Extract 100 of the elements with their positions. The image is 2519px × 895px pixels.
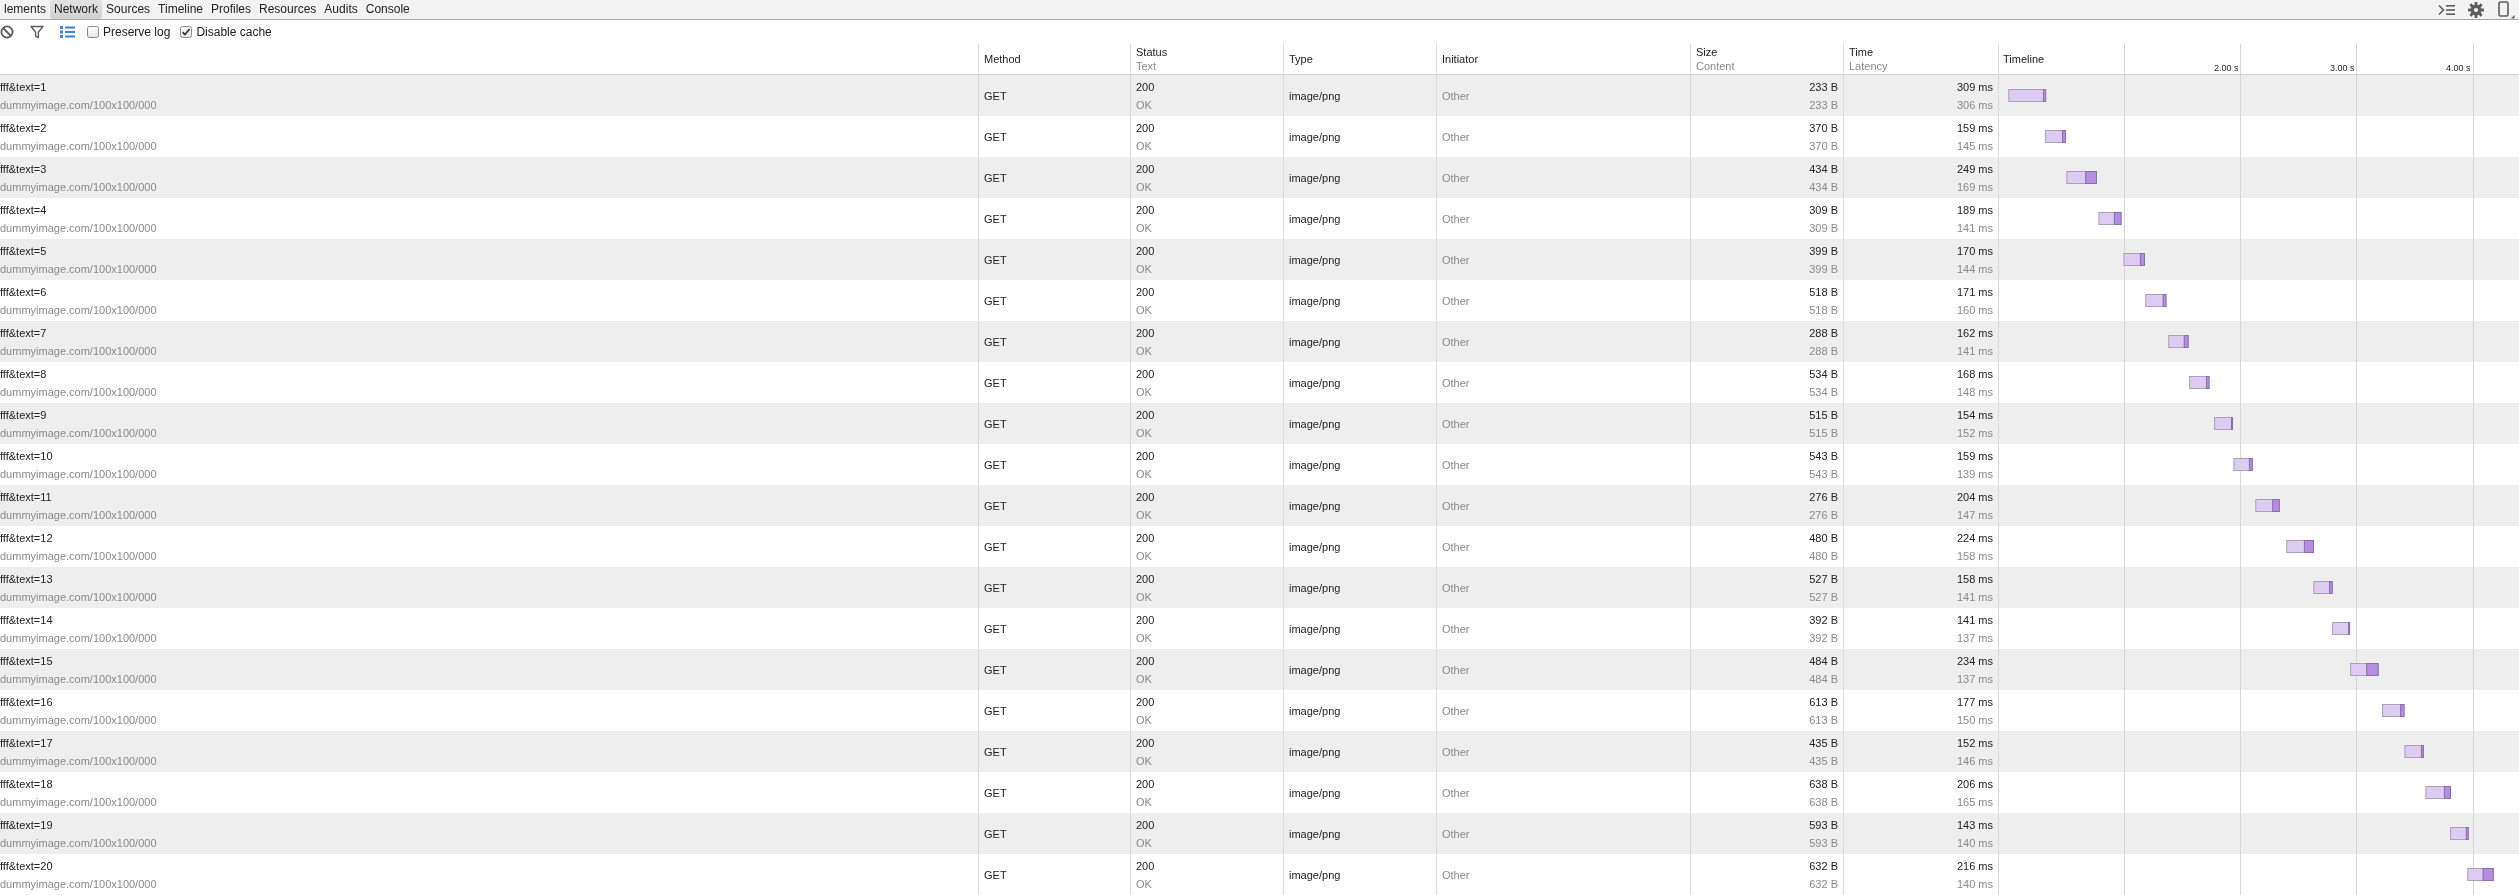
content-size: 392 B xyxy=(1809,630,1838,646)
time-text: 309 ms xyxy=(1956,79,1993,95)
mime-type: image/png xyxy=(1289,170,1341,186)
settings-icon[interactable] xyxy=(2468,1,2484,18)
latency-text: 139 ms xyxy=(1956,466,1993,482)
column-header[interactable]: Timeline xyxy=(2003,52,2045,66)
status-code: 200 xyxy=(1136,653,1155,669)
waiting-bar xyxy=(2382,704,2402,717)
initiator-text: Other xyxy=(1442,252,1470,268)
time-text: 162 ms xyxy=(1956,325,1993,341)
method-text: GET xyxy=(984,334,1007,350)
latency-text: 137 ms xyxy=(1956,671,1993,687)
size-text: 638 B xyxy=(1809,776,1838,792)
column-header[interactable]: Type xyxy=(1289,52,1313,66)
tab[interactable]: Profiles xyxy=(207,0,255,19)
method-text: GET xyxy=(984,293,1007,309)
checkbox[interactable] xyxy=(87,26,99,38)
time-text: 177 ms xyxy=(1956,694,1993,710)
time-text: 143 ms xyxy=(1956,817,1993,833)
initiator-text: Other xyxy=(1442,580,1470,596)
status-text: OK xyxy=(1136,343,1152,359)
file-path: dummyimage.com/100x100/000 xyxy=(0,220,157,236)
size-text: 288 B xyxy=(1809,325,1838,341)
download-bar xyxy=(2183,335,2189,348)
time-text: 152 ms xyxy=(1956,735,1993,751)
time-text: 154 ms xyxy=(1956,407,1993,423)
latency-text: 141 ms xyxy=(1956,343,1993,359)
tick-label: 3.00 s xyxy=(2329,63,2355,73)
tab[interactable]: Resources xyxy=(255,0,321,19)
status-text: OK xyxy=(1136,97,1152,113)
console-icon[interactable] xyxy=(2438,3,2455,16)
waiting-bar xyxy=(2350,663,2368,676)
file-path: dummyimage.com/100x100/000 xyxy=(0,302,157,318)
size-text: 435 B xyxy=(1809,735,1838,751)
checkbox-label[interactable]: Disable cache xyxy=(196,25,272,39)
mime-type: image/png xyxy=(1289,703,1341,719)
content-size: 434 B xyxy=(1809,179,1838,195)
tab[interactable]: Timeline xyxy=(154,0,207,19)
content-size: 288 B xyxy=(1809,343,1838,359)
content-size: 527 B xyxy=(1809,589,1838,605)
tab[interactable]: Network xyxy=(50,0,103,19)
tab[interactable]: Sources xyxy=(102,0,155,19)
initiator-text: Other xyxy=(1442,293,1470,309)
tab[interactable]: lements xyxy=(0,0,51,19)
file-path: dummyimage.com/100x100/000 xyxy=(0,179,157,195)
mime-type: image/png xyxy=(1289,252,1341,268)
status-code: 200 xyxy=(1136,694,1155,710)
size-text: 233 B xyxy=(1809,79,1838,95)
status-code: 200 xyxy=(1136,530,1155,546)
status-code: 200 xyxy=(1136,448,1155,464)
waiting-bar xyxy=(2404,745,2422,758)
content-size: 233 B xyxy=(1809,97,1838,113)
waiting-bar xyxy=(2313,581,2331,594)
waiting-bar xyxy=(2066,171,2087,184)
waiting-bar xyxy=(2255,499,2274,512)
latency-text: 141 ms xyxy=(1956,220,1993,236)
block-icon[interactable] xyxy=(0,25,14,39)
download-bar xyxy=(2248,458,2253,471)
filter-icon[interactable] xyxy=(30,25,44,39)
tab[interactable]: Audits xyxy=(320,0,362,19)
latency-text: 306 ms xyxy=(1956,97,1993,113)
column-header[interactable]: Method xyxy=(984,52,1021,66)
initiator-text: Other xyxy=(1442,416,1470,432)
content-size: 638 B xyxy=(1809,794,1838,810)
column-header[interactable]: Status xyxy=(1136,45,1168,59)
column-header[interactable]: Initiator xyxy=(1442,52,1479,66)
column-header[interactable]: Time xyxy=(1849,45,1874,59)
initiator-text: Other xyxy=(1442,785,1470,801)
size-text: 534 B xyxy=(1809,366,1838,382)
list-icon[interactable] xyxy=(60,26,75,38)
status-code: 200 xyxy=(1136,161,1155,177)
initiator-text: Other xyxy=(1442,498,1470,514)
column-header[interactable]: Size xyxy=(1696,45,1718,59)
initiator-text: Other xyxy=(1442,170,1470,186)
time-text: 141 ms xyxy=(1956,612,1993,628)
time-text: 170 ms xyxy=(1956,243,1993,259)
mime-type: image/png xyxy=(1289,457,1341,473)
method-text: GET xyxy=(984,826,1007,842)
mime-type: image/png xyxy=(1289,539,1341,555)
status-code: 200 xyxy=(1136,571,1155,587)
phone-icon[interactable] xyxy=(2497,0,2515,19)
file-path: dummyimage.com/100x100/000 xyxy=(0,138,157,154)
initiator-text: Other xyxy=(1442,662,1470,678)
size-text: 370 B xyxy=(1809,120,1838,136)
checkbox-label[interactable]: Preserve log xyxy=(103,25,171,39)
latency-text: 140 ms xyxy=(1956,835,1993,851)
file-name: fff&text=6 xyxy=(0,284,47,300)
column-subheader: Latency xyxy=(1849,59,1888,73)
file-path: dummyimage.com/100x100/000 xyxy=(0,548,157,564)
tab[interactable]: Console xyxy=(361,0,414,19)
file-name: fff&text=13 xyxy=(0,571,53,587)
content-size: 518 B xyxy=(1809,302,1838,318)
checkbox[interactable] xyxy=(180,26,193,38)
download-bar xyxy=(2420,745,2424,758)
method-text: GET xyxy=(984,498,1007,514)
download-bar xyxy=(2085,171,2097,184)
status-text: OK xyxy=(1136,220,1152,236)
latency-text: 144 ms xyxy=(1956,261,1993,277)
mime-type: image/png xyxy=(1289,88,1341,104)
status-text: OK xyxy=(1136,507,1152,523)
